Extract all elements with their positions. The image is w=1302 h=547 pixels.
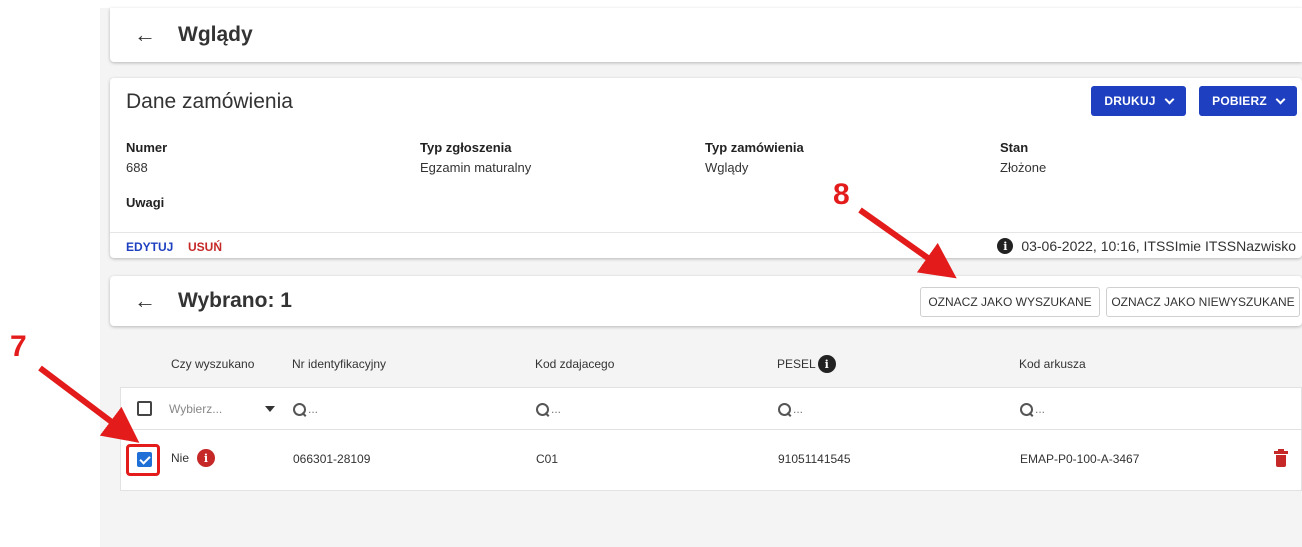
step7-label: 7 <box>10 330 27 363</box>
step7-arrow <box>38 365 140 443</box>
step8-arrow <box>858 207 957 279</box>
step8-label: 8 <box>833 178 850 211</box>
annotation-arrows <box>38 207 957 443</box>
